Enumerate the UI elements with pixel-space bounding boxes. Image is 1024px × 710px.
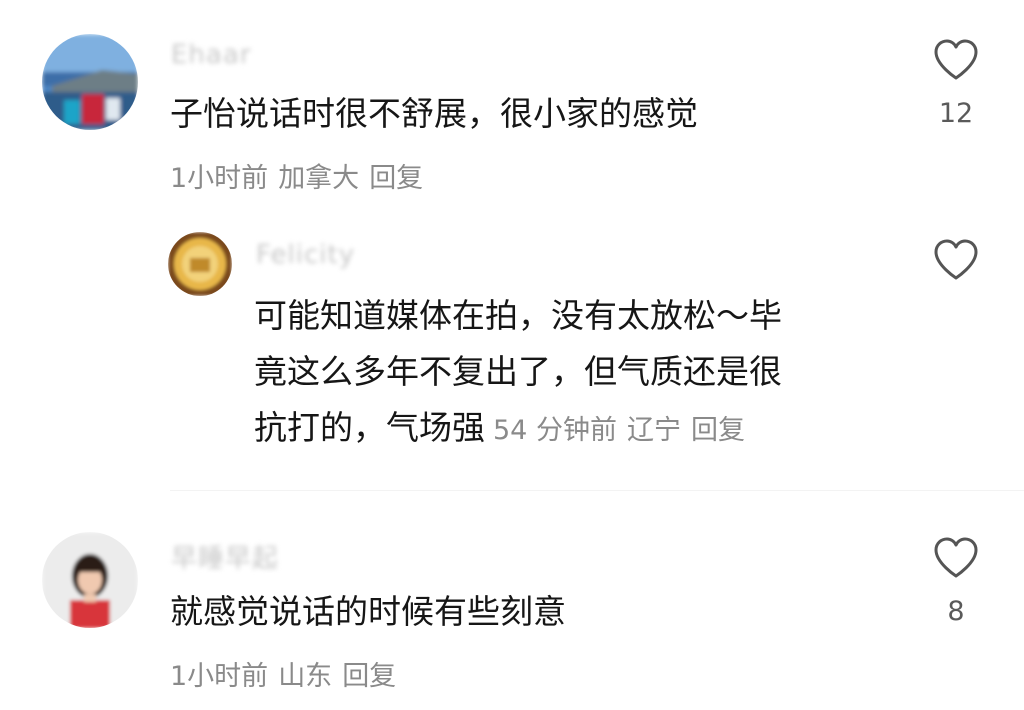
like-button[interactable] <box>932 536 980 580</box>
username[interactable]: 早睡早起 <box>171 538 279 575</box>
comment-meta: 1小时前 山东 回复 <box>170 654 406 693</box>
location: 山东 <box>278 661 333 692</box>
username[interactable]: Ehaar <box>171 40 251 70</box>
location: 辽宁 <box>626 415 681 446</box>
comment-line: 竟这么多年不复出了，但气质还是很 <box>254 352 782 391</box>
comment-line: 可能知道媒体在拍，没有太放松～毕 <box>254 296 782 335</box>
heart-outline-icon <box>934 239 978 280</box>
username[interactable]: Felicity <box>256 240 355 270</box>
comment-line-with-meta: 抗打的，气场强 54 分钟前 辽宁 回复 <box>254 400 782 459</box>
like-count: 8 <box>947 596 965 627</box>
reply-button[interactable]: 回复 <box>369 163 423 194</box>
heart-outline-icon <box>934 39 978 80</box>
divider <box>170 490 1024 491</box>
avatar[interactable] <box>42 34 138 130</box>
comment-text: 子怡说话时很不舒展，很小家的感觉 <box>170 94 698 133</box>
reply-button[interactable]: 回复 <box>342 661 396 692</box>
comment-line: 抗打的，气场强 <box>254 408 485 447</box>
comment-text: 就感觉说话的时候有些刻意 <box>170 592 566 631</box>
like-button[interactable] <box>932 38 980 82</box>
comment-meta: 1小时前 加拿大 回复 <box>170 156 433 195</box>
timestamp: 54 分钟前 <box>493 415 617 446</box>
like-button[interactable] <box>932 238 980 282</box>
comment-meta: 54 分钟前 辽宁 回复 <box>493 415 755 446</box>
heart-outline-icon <box>934 537 978 578</box>
girl-avatar-image <box>42 532 138 628</box>
location: 加拿大 <box>278 163 360 194</box>
comment-text: 可能知道媒体在拍，没有太放松～毕 竟这么多年不复出了，但气质还是很 抗打的，气场… <box>254 288 782 459</box>
reply-button[interactable]: 回复 <box>691 415 745 446</box>
like-count: 12 <box>938 98 974 129</box>
gold-circle-avatar-image <box>168 232 232 296</box>
avatar[interactable] <box>42 532 138 628</box>
timestamp: 1小时前 <box>170 661 269 692</box>
avatar[interactable] <box>168 232 232 296</box>
timestamp: 1小时前 <box>170 163 269 194</box>
landscape-avatar-image <box>42 34 138 130</box>
